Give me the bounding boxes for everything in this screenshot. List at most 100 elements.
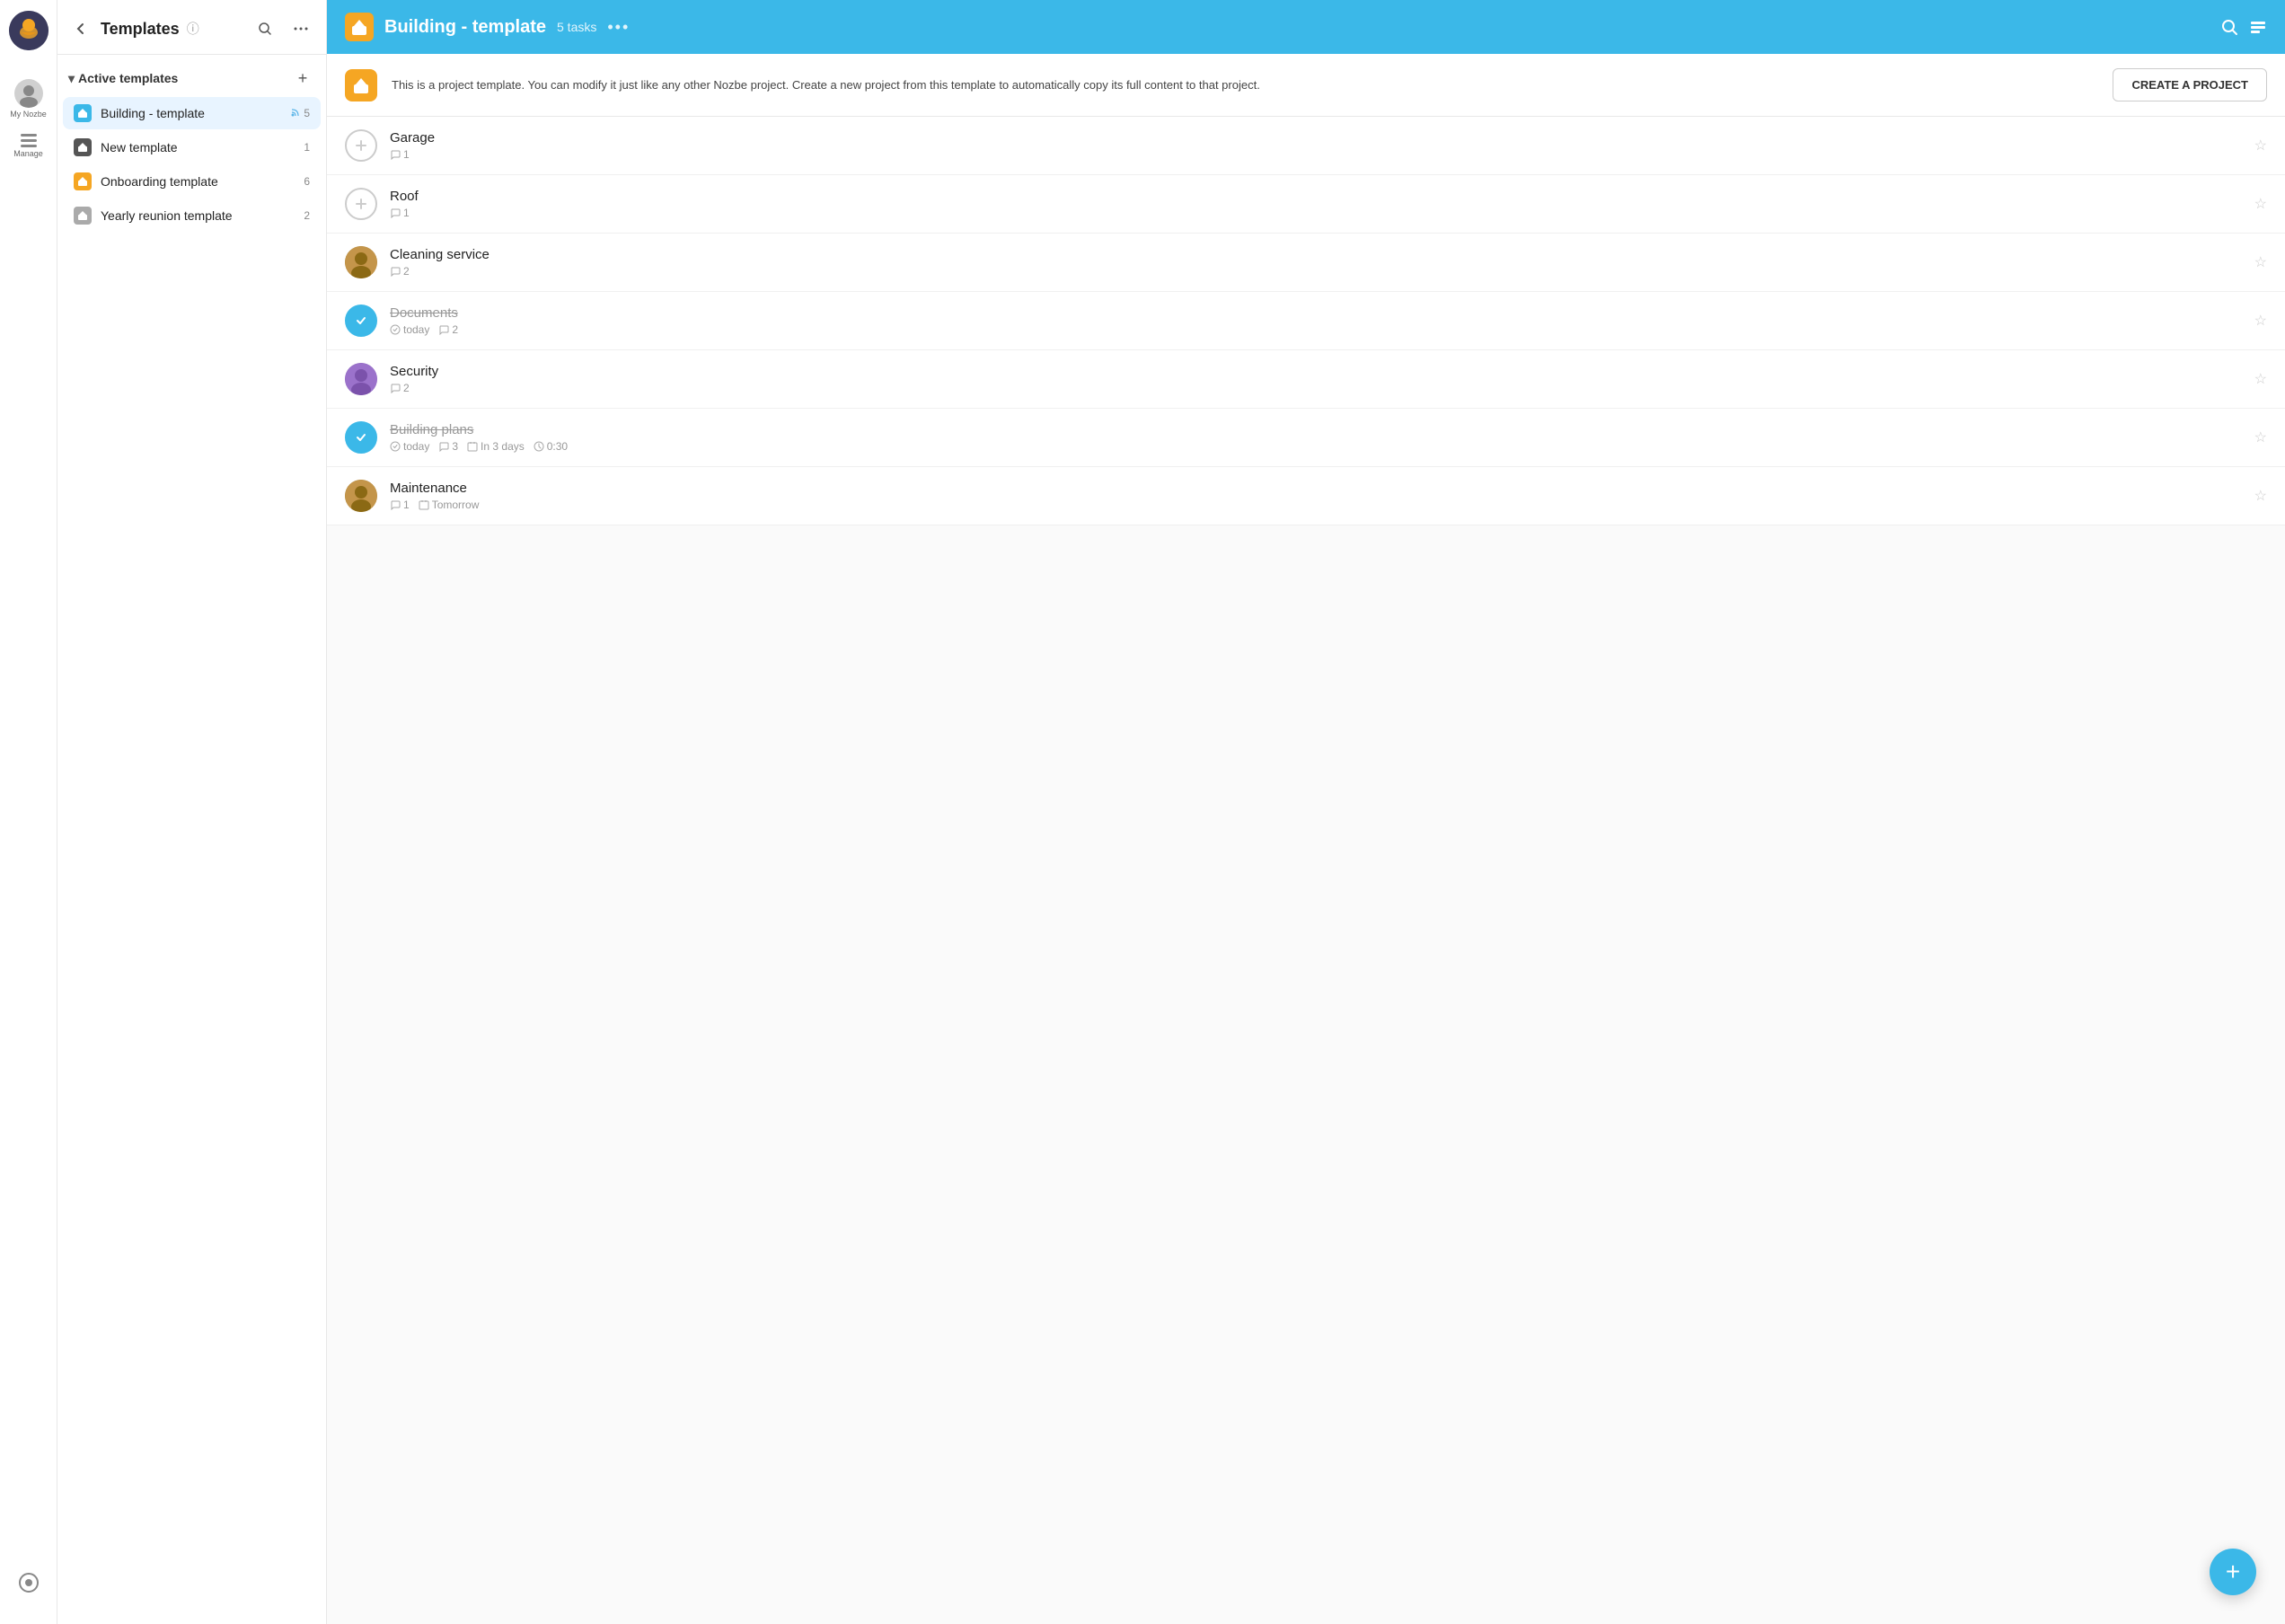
new-template-badge: 1 xyxy=(304,141,310,154)
due-today-building-plans: today xyxy=(390,440,429,453)
new-template-icon xyxy=(74,138,92,156)
comment-count-cleaning: 2 xyxy=(390,265,410,278)
building-template-name: Building - template xyxy=(101,106,282,120)
task-name-maintenance[interactable]: Maintenance xyxy=(390,481,2242,496)
task-circle-roof[interactable] xyxy=(345,188,377,220)
yearly-reunion-icon xyxy=(74,207,92,225)
task-star-cleaning[interactable]: ☆ xyxy=(2254,253,2267,271)
duration-building-plans: In 3 days xyxy=(467,440,525,453)
settings-icon xyxy=(19,1573,39,1593)
topbar-title: Building - template xyxy=(384,17,546,38)
sidebar-item-mynozbe[interactable]: My Nozbe xyxy=(9,79,49,119)
comment-count-building-plans: 3 xyxy=(438,440,458,453)
time-building-plans: 0:30 xyxy=(534,440,568,453)
sidebar-item-building-template[interactable]: Building - template 5 xyxy=(63,97,321,129)
back-button[interactable] xyxy=(68,16,93,41)
fab-add-button[interactable]: + xyxy=(2210,1549,2256,1595)
task-row: Maintenance 1 Tomorrow ☆ xyxy=(327,467,2285,525)
task-meta-security: 2 xyxy=(390,382,2242,394)
task-list: Garage 1 ☆ xyxy=(327,117,2285,525)
task-circle-documents[interactable] xyxy=(345,304,377,337)
task-meta-maintenance: 1 Tomorrow xyxy=(390,499,2242,511)
mynozbe-label: My Nozbe xyxy=(10,110,47,119)
sidebar-item-yearly-reunion-template[interactable]: Yearly reunion template 2 xyxy=(63,199,321,232)
yearly-reunion-name: Yearly reunion template xyxy=(101,208,295,223)
task-avatar-maintenance xyxy=(345,480,377,512)
task-circle-building-plans[interactable] xyxy=(345,421,377,454)
add-template-button[interactable]: + xyxy=(290,66,315,91)
template-icon xyxy=(345,69,377,102)
sidebar-title: Templates xyxy=(101,20,180,39)
task-star-roof[interactable]: ☆ xyxy=(2254,195,2267,213)
sidebar-search-button[interactable] xyxy=(251,14,279,43)
task-row: Garage 1 ☆ xyxy=(327,117,2285,175)
sidebar-more-button[interactable] xyxy=(287,14,315,43)
comment-count-documents: 2 xyxy=(438,323,458,336)
comment-count-security: 2 xyxy=(390,382,410,394)
onboarding-template-badge: 6 xyxy=(304,175,310,188)
task-meta-documents: today 2 xyxy=(390,323,2242,336)
task-meta-roof: 1 xyxy=(390,207,2242,219)
topbar-task-count: 5 tasks xyxy=(557,20,596,34)
sidebar-item-new-template[interactable]: New template 1 xyxy=(63,131,321,163)
task-name-building-plans[interactable]: Building plans xyxy=(390,422,2242,437)
task-info-documents: Documents today 2 xyxy=(390,305,2242,336)
building-template-badge: 5 xyxy=(291,107,310,119)
create-project-button[interactable]: CREATE A PROJECT xyxy=(2113,68,2267,102)
task-circle-garage[interactable] xyxy=(345,129,377,162)
topbar-layout-button[interactable] xyxy=(2249,18,2267,36)
task-info-roof: Roof 1 xyxy=(390,189,2242,219)
task-avatar-security xyxy=(345,363,377,395)
task-star-security[interactable]: ☆ xyxy=(2254,370,2267,388)
topbar-more-button[interactable]: ••• xyxy=(607,18,630,37)
task-star-maintenance[interactable]: ☆ xyxy=(2254,487,2267,505)
task-avatar-cleaning xyxy=(345,246,377,278)
task-name-security[interactable]: Security xyxy=(390,364,2242,379)
topbar-project-icon xyxy=(345,13,374,41)
new-template-name: New template xyxy=(101,140,295,154)
topbar-search-button[interactable] xyxy=(2220,18,2238,36)
sidebar: Templates ⓘ ▾ Active templates xyxy=(57,0,327,1624)
task-info-security: Security 2 xyxy=(390,364,2242,394)
settings-item[interactable] xyxy=(9,1563,49,1602)
task-name-cleaning[interactable]: Cleaning service xyxy=(390,247,2242,262)
due-tomorrow-maintenance: Tomorrow xyxy=(419,499,480,511)
section-label: Active templates xyxy=(78,71,178,85)
content-area: This is a project template. You can modi… xyxy=(327,54,2285,1624)
sidebar-header: Templates ⓘ xyxy=(57,0,326,55)
task-meta-garage: 1 xyxy=(390,148,2242,161)
task-row: Roof 1 ☆ xyxy=(327,175,2285,234)
task-info-cleaning: Cleaning service 2 xyxy=(390,247,2242,278)
comment-count-roof: 1 xyxy=(390,207,410,219)
task-row: Building plans today 3 In 3 days xyxy=(327,409,2285,467)
task-row: Cleaning service 2 ☆ xyxy=(327,234,2285,292)
onboarding-template-name: Onboarding template xyxy=(101,174,295,189)
task-name-garage[interactable]: Garage xyxy=(390,130,2242,146)
sidebar-info-icon[interactable]: ⓘ xyxy=(187,20,199,38)
rss-icon xyxy=(291,107,300,119)
info-banner: This is a project template. You can modi… xyxy=(327,54,2285,117)
company-avatar[interactable] xyxy=(9,11,49,50)
comment-count-garage: 1 xyxy=(390,148,410,161)
task-star-garage[interactable]: ☆ xyxy=(2254,137,2267,154)
task-name-roof[interactable]: Roof xyxy=(390,189,2242,204)
task-info-maintenance: Maintenance 1 Tomorrow xyxy=(390,481,2242,511)
task-row: Documents today 2 ☆ xyxy=(327,292,2285,350)
task-name-documents[interactable]: Documents xyxy=(390,305,2242,321)
task-star-building-plans[interactable]: ☆ xyxy=(2254,428,2267,446)
sidebar-item-manage[interactable]: Manage xyxy=(9,126,49,165)
comment-count-maintenance: 1 xyxy=(390,499,410,511)
task-star-documents[interactable]: ☆ xyxy=(2254,312,2267,330)
sidebar-item-onboarding-template[interactable]: Onboarding template 6 xyxy=(63,165,321,198)
topbar: Building - template 5 tasks ••• xyxy=(327,0,2285,54)
info-banner-text: This is a project template. You can modi… xyxy=(392,76,2098,94)
manage-label: Manage xyxy=(13,149,43,158)
task-row: Security 2 ☆ xyxy=(327,350,2285,409)
task-info-building-plans: Building plans today 3 In 3 days xyxy=(390,422,2242,453)
icon-bar: My Nozbe Manage xyxy=(0,0,57,1624)
building-template-icon xyxy=(74,104,92,122)
task-meta-cleaning: 2 xyxy=(390,265,2242,278)
active-templates-section: ▾ Active templates + xyxy=(57,55,326,96)
main-panel: Building - template 5 tasks ••• xyxy=(327,0,2285,1624)
task-meta-building-plans: today 3 In 3 days 0:30 xyxy=(390,440,2242,453)
